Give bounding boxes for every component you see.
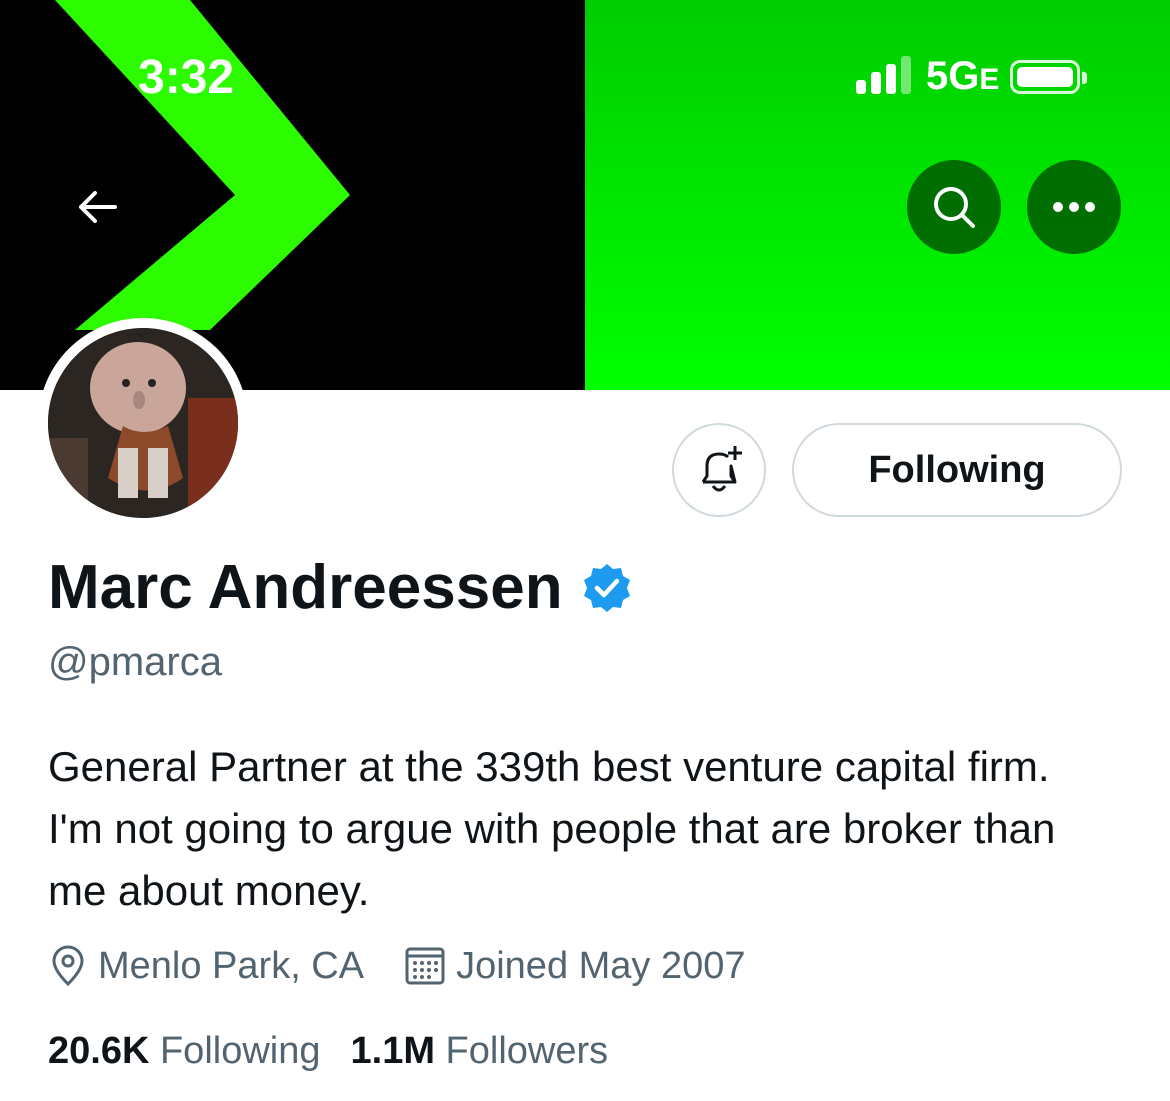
location-text: Menlo Park, CA [98,944,365,987]
notify-button[interactable] [672,423,766,517]
following-stat[interactable]: 20.6K Following [48,1030,321,1073]
more-icon [1053,202,1095,212]
network-suffix: E [979,63,1000,96]
display-name: Marc Andreessen [48,553,563,622]
bell-plus-icon [701,446,742,492]
back-arrow-icon [79,191,117,223]
back-button[interactable] [62,175,132,239]
location-icon [52,945,84,987]
more-button[interactable] [1027,160,1121,254]
avatar-illustration [48,328,238,518]
calendar-icon [405,947,445,985]
search-button[interactable] [907,160,1001,254]
followers-label: Followers [445,1030,609,1072]
search-icon [934,187,975,228]
avatar[interactable] [38,318,248,528]
following-count: 20.6K [48,1030,150,1072]
username-handle: @pmarca [48,640,222,684]
avatar-image [48,328,238,518]
location-item: Menlo Park, CA [48,944,364,988]
battery-icon [1010,60,1087,94]
joined-text: Joined May 2007 [456,944,746,987]
verified-badge-icon[interactable] [581,562,633,614]
profile-name-row: Marc Andreessen [48,552,633,623]
status-time: 3:32 [138,51,235,104]
followers-stat[interactable]: 1.1M Followers [351,1030,609,1073]
followers-count: 1.1M [350,1030,435,1072]
network-label: 5G [926,54,980,98]
following-label: Following [159,1030,321,1072]
profile-meta: Menlo Park, CA Joined May 2007 [48,944,786,988]
following-button[interactable]: Following [792,423,1122,517]
signal-icon [856,56,911,94]
network-indicator: 5GE [926,54,999,99]
joined-item: Joined May 2007 [404,944,746,988]
profile-bio: General Partner at the 339th best ventur… [48,743,1056,914]
profile-stats: 20.6K Following 1.1M Followers [48,1030,638,1073]
